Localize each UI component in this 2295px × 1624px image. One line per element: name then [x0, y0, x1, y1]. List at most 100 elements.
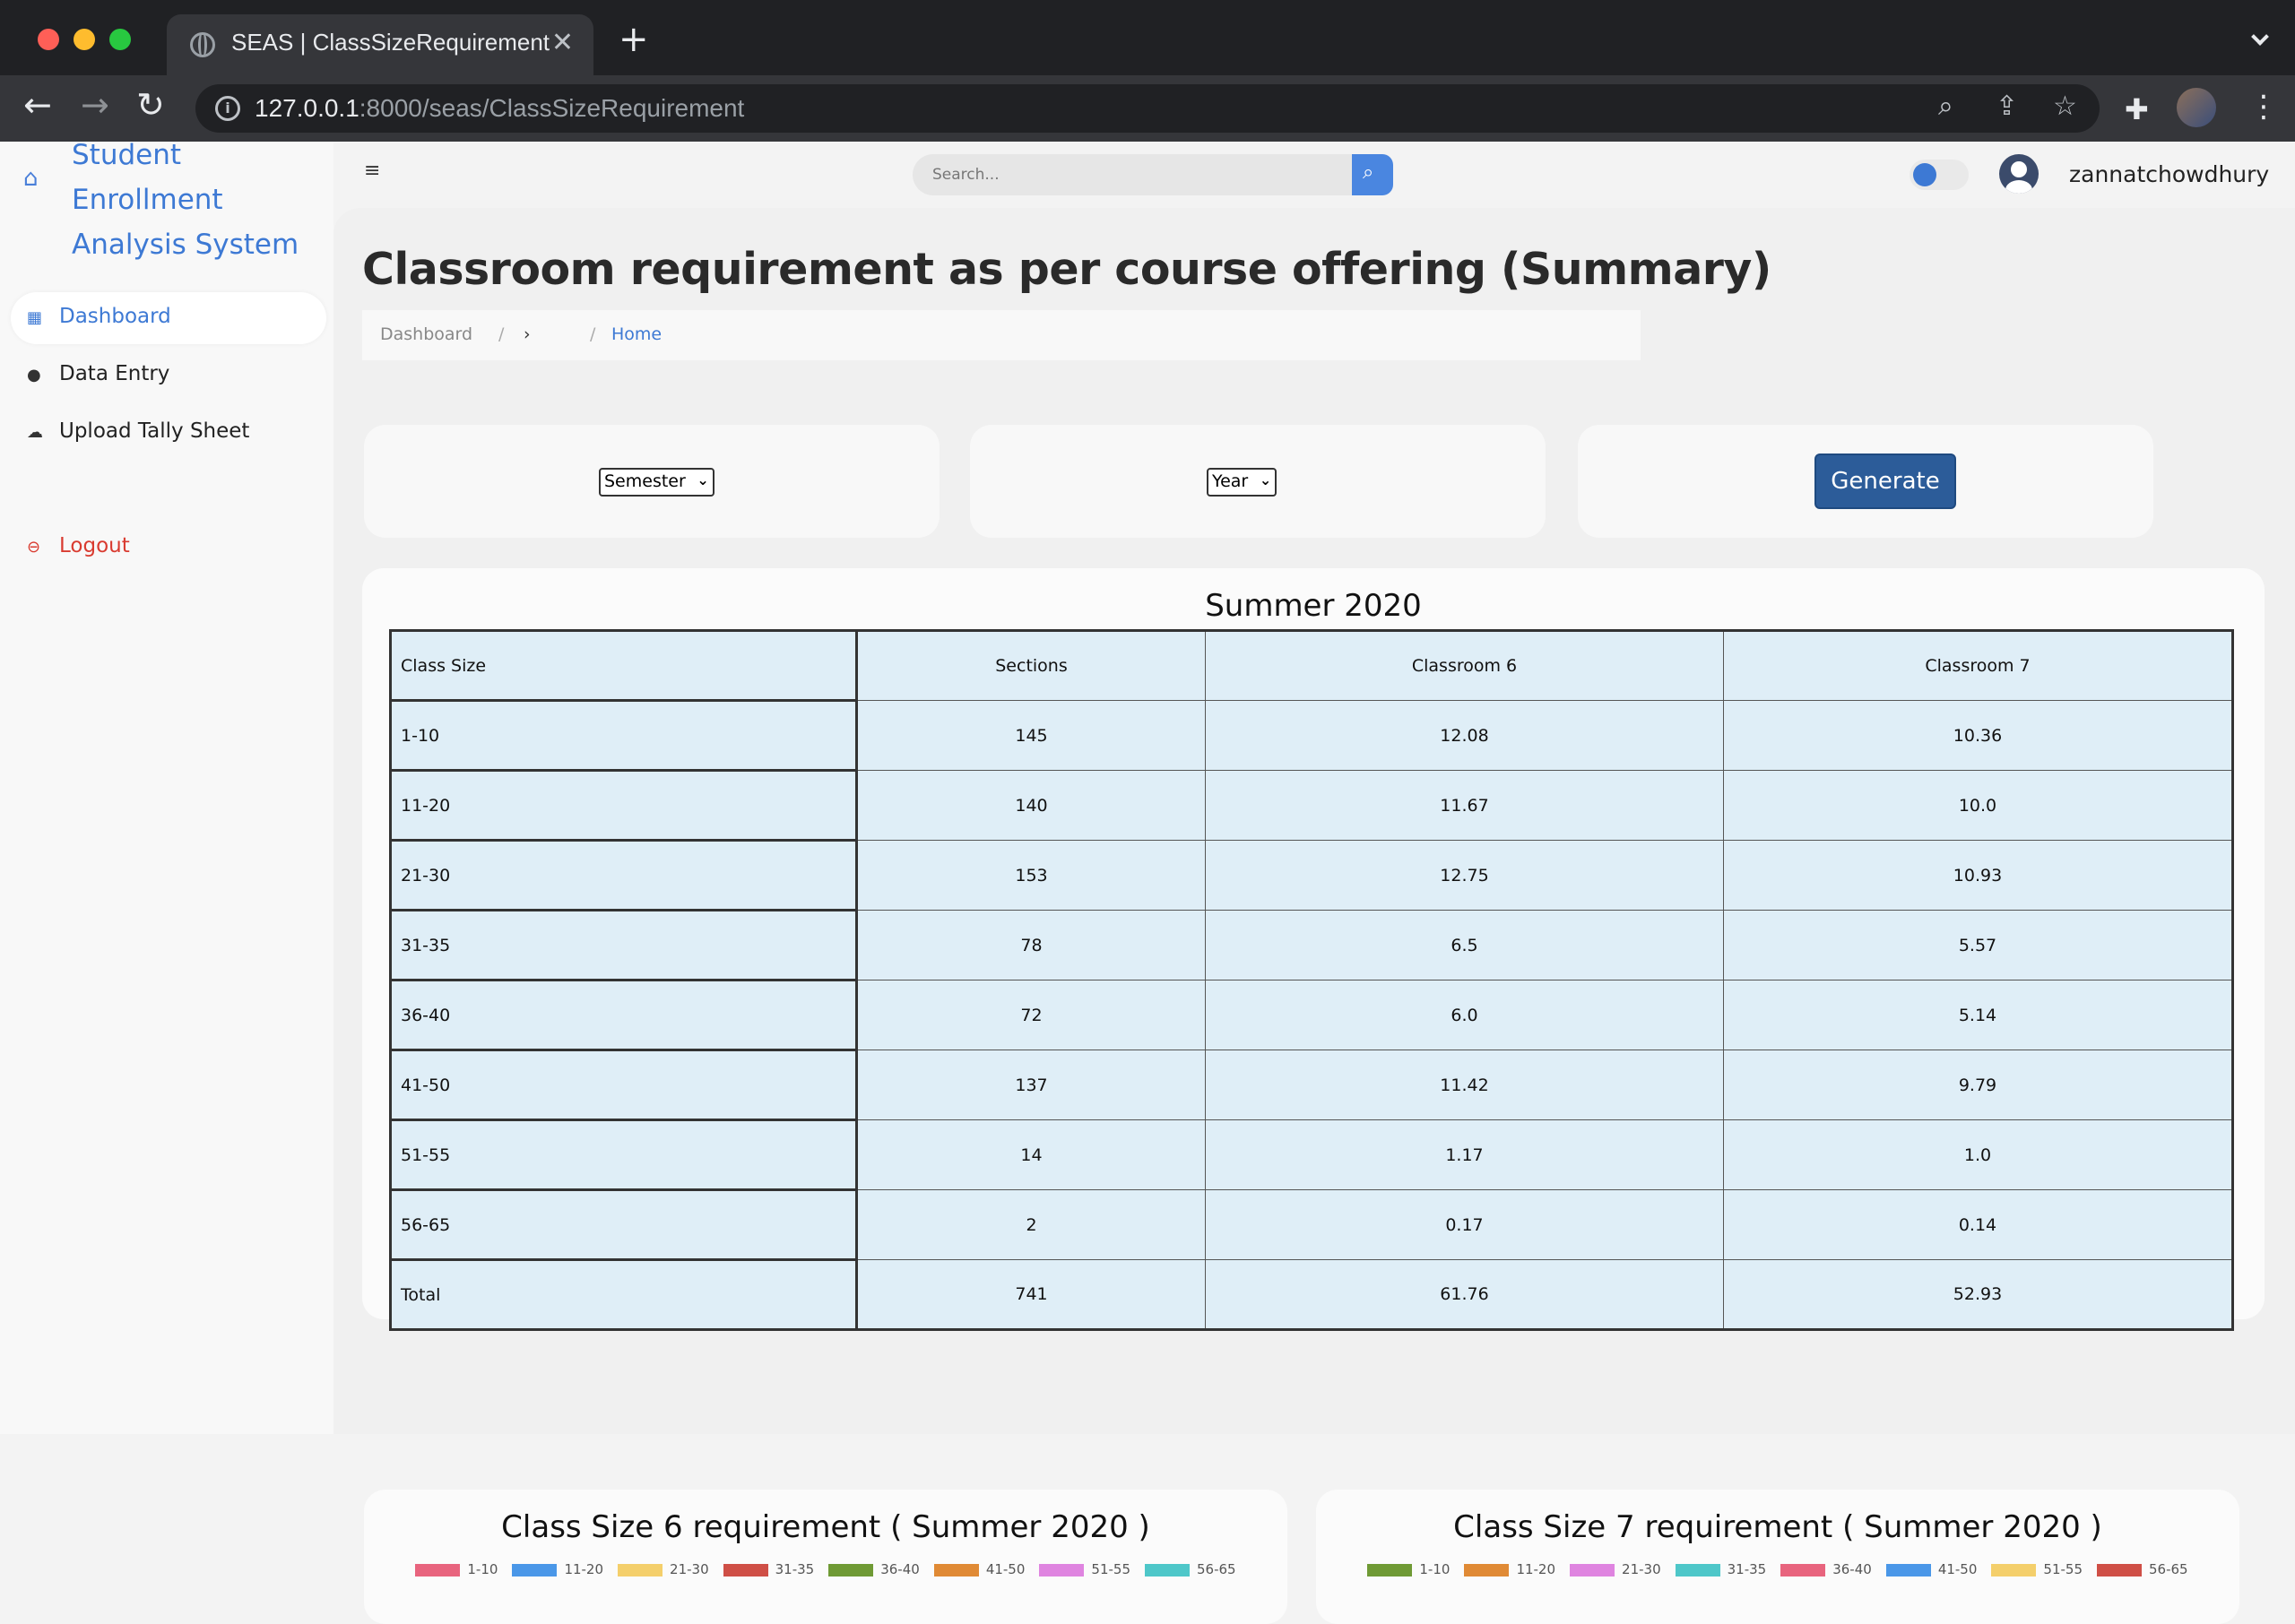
- username[interactable]: zannatchowdhury: [2069, 161, 2269, 187]
- legend-label: 21-30: [670, 1561, 709, 1577]
- window-close-button[interactable]: [38, 29, 59, 50]
- page-title: Classroom requirement as per course offe…: [362, 244, 1771, 295]
- window-minimize-button[interactable]: [74, 29, 95, 50]
- extensions-puzzle-icon[interactable]: ✚: [2125, 95, 2149, 124]
- legend-swatch: [1464, 1563, 1510, 1576]
- url-path: :8000/seas/ClassSizeRequirement: [359, 94, 745, 122]
- brand-title[interactable]: Student Enrollment Analysis System: [72, 133, 341, 267]
- grid-icon: ▦: [27, 308, 43, 327]
- legend-label: 41-50: [985, 1561, 1026, 1577]
- bookmark-star-icon[interactable]: ☆: [2053, 93, 2077, 120]
- table-cell: 51-55: [390, 1119, 858, 1191]
- legend-label: 56-65: [1197, 1561, 1236, 1577]
- tab-search-chevron-icon[interactable]: [2251, 28, 2269, 46]
- theme-toggle[interactable]: [1910, 160, 1969, 190]
- legend-label: 56-65: [2149, 1561, 2188, 1577]
- home-icon[interactable]: ⌂: [23, 165, 39, 192]
- legend-item[interactable]: 36-40: [828, 1561, 920, 1577]
- semester-select[interactable]: Semester ⌄: [599, 468, 714, 497]
- new-tab-icon[interactable]: +: [619, 22, 649, 57]
- table-cell: 31-35: [390, 910, 858, 981]
- breadcrumb: Dashboard / › / Home: [362, 310, 1641, 360]
- sidebar-item-dashboard[interactable]: ▦ Dashboard: [11, 292, 326, 344]
- table-cell: 153: [856, 840, 1206, 911]
- chart-card-class-size-6: Class Size 6 requirement ( Summer 2020 )…: [364, 1490, 1287, 1624]
- legend-item[interactable]: 31-35: [723, 1561, 815, 1577]
- table-cell: 72: [856, 980, 1206, 1050]
- hamburger-menu-icon[interactable]: ≡: [364, 160, 380, 182]
- breadcrumb-separator: /: [590, 324, 596, 344]
- chart-legend: 1-10 11-20 21-30 31-35 36-40 41-50 51-55 56-65: [1316, 1561, 2239, 1577]
- legend-item[interactable]: 51-55: [1039, 1561, 1130, 1577]
- breadcrumb-home[interactable]: Home: [611, 324, 662, 344]
- back-arrow-icon[interactable]: ←: [23, 88, 52, 122]
- legend-item[interactable]: 21-30: [1570, 1561, 1661, 1577]
- legend-swatch: [723, 1563, 768, 1576]
- summary-table: Class Size Sections Classroom 6 Classroom 7…: [389, 629, 2234, 1331]
- legend-item[interactable]: 21-30: [618, 1561, 709, 1577]
- search-button[interactable]: ⌕: [1352, 154, 1393, 195]
- window-maximize-button[interactable]: [109, 29, 131, 50]
- table-row: 56-65 2 0.17 0.14: [390, 1189, 2233, 1261]
- user-avatar[interactable]: [1999, 154, 2039, 194]
- table-cell: 10.36: [1723, 700, 2233, 771]
- table-cell: 52.93: [1723, 1259, 2233, 1330]
- profile-avatar[interactable]: [2177, 88, 2216, 127]
- site-info-icon[interactable]: i: [215, 96, 240, 121]
- legend-swatch: [2097, 1563, 2142, 1576]
- breadcrumb-dashboard[interactable]: Dashboard: [380, 324, 472, 344]
- forward-arrow-icon[interactable]: →: [81, 88, 109, 122]
- generate-card: Generate: [1578, 425, 2153, 538]
- legend-swatch: [618, 1563, 663, 1576]
- browser-menu-icon[interactable]: ⋮: [2248, 91, 2279, 122]
- sidebar-item-label: Dashboard: [59, 305, 171, 328]
- legend-swatch: [933, 1563, 979, 1576]
- breadcrumb-separator: /: [498, 324, 505, 344]
- legend-item[interactable]: 51-55: [1991, 1561, 2083, 1577]
- legend-label: 1-10: [467, 1561, 498, 1577]
- table-header-cell: Class Size: [390, 630, 858, 702]
- sidebar-item-logout[interactable]: ⊖ Logout: [11, 522, 326, 574]
- share-icon[interactable]: ⇪: [1996, 93, 2018, 120]
- legend-item[interactable]: 56-65: [2097, 1561, 2188, 1577]
- year-select[interactable]: Year ⌄: [1207, 468, 1277, 497]
- table-cell: 6.0: [1205, 980, 1724, 1050]
- legend-swatch: [1039, 1563, 1085, 1576]
- generate-button[interactable]: Generate: [1814, 454, 1956, 509]
- table-cell: 1.17: [1205, 1119, 1724, 1190]
- legend-item[interactable]: 11-20: [512, 1561, 603, 1577]
- legend-item[interactable]: 36-40: [1780, 1561, 1872, 1577]
- sidebar-item-upload-tally-sheet[interactable]: ☁ Upload Tally Sheet: [11, 407, 326, 459]
- table-row: 51-55 14 1.17 1.0: [390, 1119, 2233, 1191]
- table-header-row: Class Size Sections Classroom 6 Classroom 7: [390, 630, 2233, 702]
- chart-title: Class Size 6 requirement ( Summer 2020 ): [501, 1509, 1150, 1545]
- reload-icon[interactable]: ↻: [136, 88, 165, 122]
- chart-card-class-size-7: Class Size 7 requirement ( Summer 2020 )…: [1316, 1490, 2239, 1624]
- tab-close-icon[interactable]: ✕: [551, 27, 574, 58]
- table-cell: 56-65: [390, 1189, 858, 1261]
- browser-tab[interactable]: SEAS | ClassSizeRequirement ✕: [167, 14, 593, 75]
- sidebar-item-label: Logout: [59, 534, 130, 557]
- legend-item[interactable]: 1-10: [1367, 1561, 1450, 1577]
- semester-filter-card: Semester ⌄: [364, 425, 940, 538]
- table-row: 41-50 137 11.42 9.79: [390, 1050, 2233, 1121]
- address-bar[interactable]: i 127.0.0.1:8000/seas/ClassSizeRequireme…: [195, 84, 2100, 133]
- legend-item[interactable]: 1-10: [415, 1561, 498, 1577]
- semester-select-value: Semester: [604, 471, 686, 491]
- table-cell: 21-30: [390, 840, 858, 911]
- search-input[interactable]: Search...: [913, 154, 1366, 195]
- legend-item[interactable]: 11-20: [1464, 1561, 1555, 1577]
- sidebar: ⌂ Student Enrollment Analysis System ▦ D…: [0, 139, 333, 1434]
- legend-label: 31-35: [775, 1561, 815, 1577]
- url-host: 127.0.0.1: [255, 94, 359, 122]
- table-cell: 5.14: [1723, 980, 2233, 1050]
- legend-item[interactable]: 31-35: [1675, 1561, 1766, 1577]
- table-cell: 1.0: [1723, 1119, 2233, 1190]
- table-header-cell: Classroom 6: [1205, 630, 1724, 701]
- legend-item[interactable]: 41-50: [1885, 1561, 1977, 1577]
- sidebar-item-data-entry[interactable]: ● Data Entry: [11, 350, 326, 402]
- legend-item[interactable]: 41-50: [933, 1561, 1026, 1577]
- zoom-icon[interactable]: ⌕: [1938, 93, 1953, 120]
- table-cell: 145: [856, 700, 1206, 771]
- legend-item[interactable]: 56-65: [1145, 1561, 1236, 1577]
